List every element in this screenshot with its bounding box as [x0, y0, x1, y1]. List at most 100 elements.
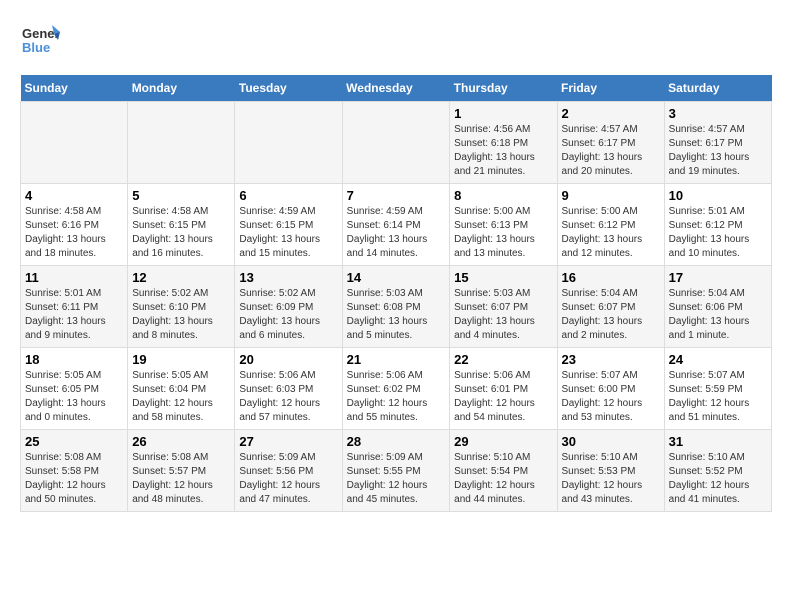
calendar-cell: 31Sunrise: 5:10 AM Sunset: 5:52 PM Dayli…	[664, 430, 771, 512]
day-info: Sunrise: 4:58 AM Sunset: 6:15 PM Dayligh…	[132, 205, 230, 261]
calendar-cell: 5Sunrise: 4:58 AM Sunset: 6:15 PM Daylig…	[128, 184, 235, 266]
calendar-cell: 21Sunrise: 5:06 AM Sunset: 6:02 PM Dayli…	[342, 348, 450, 430]
calendar-cell: 13 Sunrise: 5:02 AM Sunset: 6:09 PM Dayli…	[235, 266, 342, 348]
day-info: Sunrise: 5:03 AM Sunset: 6:07 PM Dayligh…	[454, 287, 552, 343]
day-number: 10	[669, 188, 767, 203]
day-info: Sunrise: 5:03 AM Sunset: 6:08 PM Dayligh…	[347, 287, 446, 343]
calendar-cell: 12 Sunrise: 5:02 AM Sunset: 6:10 PM Dayli…	[128, 266, 235, 348]
day-number: 24	[669, 352, 767, 367]
calendar-cell: 15 Sunrise: 5:03 AM Sunset: 6:07 PM Dayli…	[450, 266, 557, 348]
day-info: Sunrise: 5:05 AM Sunset: 6:05 PM Dayligh…	[25, 369, 123, 425]
calendar-cell: 25 Sunrise: 5:08 AM Sunset: 5:58 PM Dayli…	[21, 430, 128, 512]
day-info: Sunrise: 5:04 AM Sunset: 6:07 PM Dayligh…	[562, 287, 660, 343]
calendar-cell	[21, 102, 128, 184]
calendar-cell: 2 Sunrise: 4:57 AM Sunset: 6:17 PM Daylig…	[557, 102, 664, 184]
calendar-cell: 22 Sunrise: 5:06 AM Sunset: 6:01 PM Dayli…	[450, 348, 557, 430]
day-number: 2	[562, 106, 660, 121]
logo: General Blue	[20, 20, 60, 65]
day-number: 27	[239, 434, 337, 449]
day-number: 6	[239, 188, 337, 203]
page-header: General Blue	[20, 20, 772, 65]
day-number: 22	[454, 352, 552, 367]
day-info: Sunrise: 5:02 AM Sunset: 6:10 PM Dayligh…	[132, 287, 230, 343]
day-number: 13	[239, 270, 337, 285]
svg-text:Blue: Blue	[22, 40, 50, 55]
day-info: Sunrise: 5:10 AM Sunset: 5:53 PM Dayligh…	[562, 451, 660, 507]
calendar-cell: 4 Sunrise: 4:58 AM Sunset: 6:16 PM Daylig…	[21, 184, 128, 266]
day-number: 29	[454, 434, 552, 449]
logo-icon: General Blue	[20, 20, 60, 60]
calendar-cell: 7 Sunrise: 4:59 AM Sunset: 6:14 PM Daylig…	[342, 184, 450, 266]
calendar-cell: 3 Sunrise: 4:57 AM Sunset: 6:17 PM Daylig…	[664, 102, 771, 184]
header-tuesday: Tuesday	[235, 75, 342, 102]
header-wednesday: Wednesday	[342, 75, 450, 102]
calendar-cell: 29 Sunrise: 5:10 AM Sunset: 5:54 PM Dayli…	[450, 430, 557, 512]
calendar-cell: 30Sunrise: 5:10 AM Sunset: 5:53 PM Dayli…	[557, 430, 664, 512]
day-info: Sunrise: 5:04 AM Sunset: 6:06 PM Dayligh…	[669, 287, 767, 343]
calendar-cell: 1 Sunrise: 4:56 AM Sunset: 6:18 PM Daylig…	[450, 102, 557, 184]
day-number: 28	[347, 434, 446, 449]
header-friday: Friday	[557, 75, 664, 102]
day-info: Sunrise: 5:02 AM Sunset: 6:09 PM Dayligh…	[239, 287, 337, 343]
calendar-week-5: 25 Sunrise: 5:08 AM Sunset: 5:58 PM Dayli…	[21, 430, 772, 512]
day-info: Sunrise: 4:57 AM Sunset: 6:17 PM Dayligh…	[562, 123, 660, 179]
calendar-cell: 26Sunrise: 5:08 AM Sunset: 5:57 PM Dayli…	[128, 430, 235, 512]
day-number: 11	[25, 270, 123, 285]
day-number: 19	[132, 352, 230, 367]
calendar-table: SundayMondayTuesdayWednesdayThursdayFrid…	[20, 75, 772, 512]
day-info: Sunrise: 4:59 AM Sunset: 6:14 PM Dayligh…	[347, 205, 446, 261]
day-info: Sunrise: 5:09 AM Sunset: 5:56 PM Dayligh…	[239, 451, 337, 507]
calendar-cell: 18Sunrise: 5:05 AM Sunset: 6:05 PM Dayli…	[21, 348, 128, 430]
calendar-cell: 24 Sunrise: 5:07 AM Sunset: 5:59 PM Dayli…	[664, 348, 771, 430]
day-info: Sunrise: 5:08 AM Sunset: 5:58 PM Dayligh…	[25, 451, 123, 507]
header-saturday: Saturday	[664, 75, 771, 102]
calendar-cell: 6 Sunrise: 4:59 AM Sunset: 6:15 PM Daylig…	[235, 184, 342, 266]
day-info: Sunrise: 5:01 AM Sunset: 6:11 PM Dayligh…	[25, 287, 123, 343]
day-number: 31	[669, 434, 767, 449]
day-info: Sunrise: 5:06 AM Sunset: 6:03 PM Dayligh…	[239, 369, 337, 425]
header-monday: Monday	[128, 75, 235, 102]
day-number: 7	[347, 188, 446, 203]
calendar-cell: 19 Sunrise: 5:05 AM Sunset: 6:04 PM Dayli…	[128, 348, 235, 430]
day-number: 25	[25, 434, 123, 449]
day-info: Sunrise: 5:10 AM Sunset: 5:54 PM Dayligh…	[454, 451, 552, 507]
calendar-cell: 9 Sunrise: 5:00 AM Sunset: 6:12 PM Daylig…	[557, 184, 664, 266]
day-number: 14	[347, 270, 446, 285]
day-number: 12	[132, 270, 230, 285]
calendar-cell: 17 Sunrise: 5:04 AM Sunset: 6:06 PM Dayli…	[664, 266, 771, 348]
calendar-cell: 11 Sunrise: 5:01 AM Sunset: 6:11 PM Dayli…	[21, 266, 128, 348]
day-info: Sunrise: 4:57 AM Sunset: 6:17 PM Dayligh…	[669, 123, 767, 179]
day-info: Sunrise: 5:06 AM Sunset: 6:02 PM Dayligh…	[347, 369, 446, 425]
calendar-cell: 16 Sunrise: 5:04 AM Sunset: 6:07 PM Dayli…	[557, 266, 664, 348]
day-info: Sunrise: 4:59 AM Sunset: 6:15 PM Dayligh…	[239, 205, 337, 261]
calendar-week-4: 18Sunrise: 5:05 AM Sunset: 6:05 PM Dayli…	[21, 348, 772, 430]
day-number: 9	[562, 188, 660, 203]
calendar-header-row: SundayMondayTuesdayWednesdayThursdayFrid…	[21, 75, 772, 102]
day-info: Sunrise: 5:07 AM Sunset: 5:59 PM Dayligh…	[669, 369, 767, 425]
day-info: Sunrise: 5:05 AM Sunset: 6:04 PM Dayligh…	[132, 369, 230, 425]
calendar-cell: 10 Sunrise: 5:01 AM Sunset: 6:12 PM Dayli…	[664, 184, 771, 266]
day-info: Sunrise: 5:00 AM Sunset: 6:13 PM Dayligh…	[454, 205, 552, 261]
day-number: 8	[454, 188, 552, 203]
day-number: 16	[562, 270, 660, 285]
day-number: 17	[669, 270, 767, 285]
day-info: Sunrise: 4:56 AM Sunset: 6:18 PM Dayligh…	[454, 123, 552, 179]
header-sunday: Sunday	[21, 75, 128, 102]
day-info: Sunrise: 5:01 AM Sunset: 6:12 PM Dayligh…	[669, 205, 767, 261]
day-number: 1	[454, 106, 552, 121]
day-info: Sunrise: 4:58 AM Sunset: 6:16 PM Dayligh…	[25, 205, 123, 261]
day-number: 4	[25, 188, 123, 203]
day-number: 3	[669, 106, 767, 121]
day-number: 15	[454, 270, 552, 285]
day-info: Sunrise: 5:00 AM Sunset: 6:12 PM Dayligh…	[562, 205, 660, 261]
calendar-cell	[342, 102, 450, 184]
day-info: Sunrise: 5:06 AM Sunset: 6:01 PM Dayligh…	[454, 369, 552, 425]
calendar-cell: 28Sunrise: 5:09 AM Sunset: 5:55 PM Dayli…	[342, 430, 450, 512]
calendar-week-3: 11 Sunrise: 5:01 AM Sunset: 6:11 PM Dayli…	[21, 266, 772, 348]
calendar-cell: 20Sunrise: 5:06 AM Sunset: 6:03 PM Dayli…	[235, 348, 342, 430]
calendar-cell	[235, 102, 342, 184]
calendar-cell: 27 Sunrise: 5:09 AM Sunset: 5:56 PM Dayli…	[235, 430, 342, 512]
calendar-cell: 23Sunrise: 5:07 AM Sunset: 6:00 PM Dayli…	[557, 348, 664, 430]
day-info: Sunrise: 5:08 AM Sunset: 5:57 PM Dayligh…	[132, 451, 230, 507]
calendar-cell	[128, 102, 235, 184]
